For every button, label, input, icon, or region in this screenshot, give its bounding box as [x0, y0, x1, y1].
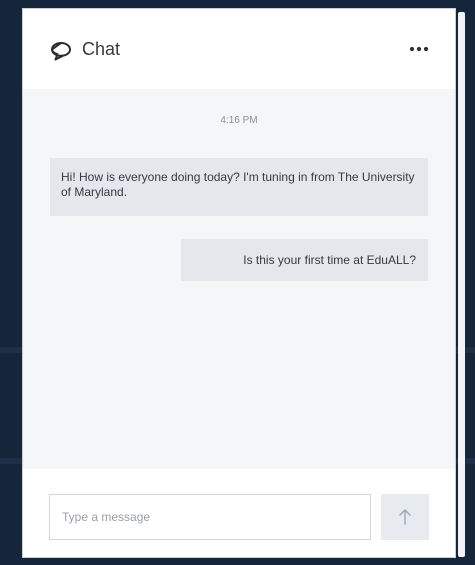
chat-messages-area[interactable]: 4:16 PM Hi! How is everyone doing today?… — [23, 89, 455, 469]
chat-bubble-icon — [50, 41, 72, 61]
more-horizontal-icon — [405, 46, 433, 62]
message-input-wrapper — [49, 494, 371, 540]
chat-title: Chat — [82, 39, 121, 59]
message-input[interactable] — [50, 495, 370, 539]
chat-header: Chat — [23, 9, 455, 89]
chat-message-incoming: Hi! How is everyone doing today? I'm tun… — [50, 158, 428, 216]
more-options-button[interactable] — [405, 39, 433, 59]
message-timestamp: 4:16 PM — [220, 115, 258, 126]
chat-panel: Chat 4:16 PM Hi! How is everyone doing t… — [22, 8, 456, 558]
arrow-up-icon — [381, 509, 429, 543]
panel-scrollbar[interactable] — [458, 12, 465, 557]
message-composer — [23, 469, 455, 557]
send-button[interactable] — [381, 494, 429, 540]
chat-message-outgoing: Is this your first time at EduALL? — [181, 239, 428, 281]
